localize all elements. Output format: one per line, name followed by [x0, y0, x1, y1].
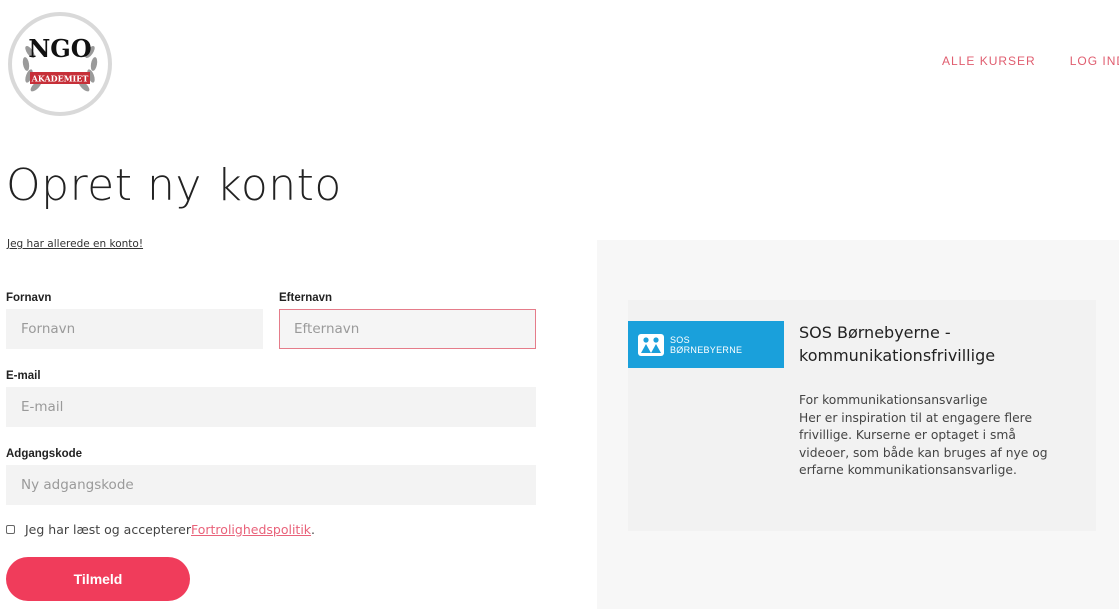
submit-button[interactable]: Tilmeld: [6, 557, 190, 601]
logo-letters: NGO: [28, 34, 91, 63]
email-input[interactable]: [6, 387, 536, 427]
nav-login[interactable]: LOG IND: [1070, 54, 1119, 68]
nav-all-courses[interactable]: ALLE KURSER: [942, 54, 1036, 68]
logo-banner: AKADEMIET: [31, 74, 89, 84]
privacy-policy-link[interactable]: Fortrolighedspolitik: [191, 522, 311, 537]
sos-logo-text-2: BØRNEBYERNE: [670, 344, 743, 355]
consent-checkbox[interactable]: [6, 525, 15, 534]
course-description: For kommunikationsansvarlige Her er insp…: [799, 393, 1048, 478]
main-nav: ALLE KURSER LOG IND: [942, 54, 1119, 68]
consent-suffix: .: [311, 522, 316, 537]
email-label: E-mail: [6, 370, 41, 382]
sos-logo-text-1: SOS: [670, 334, 690, 345]
first-name-input[interactable]: [6, 309, 263, 349]
first-name-label: Fornavn: [6, 292, 52, 304]
course-title[interactable]: SOS Børnebyerne - kommunikationsfrivilli…: [799, 321, 1079, 367]
consent-row: Jeg har læst og accepterer Fortroligheds…: [6, 522, 315, 537]
sos-logo[interactable]: SOS BØRNEBYERNE: [628, 321, 784, 368]
sos-children-icon: [638, 333, 664, 356]
password-input[interactable]: [6, 465, 536, 505]
existing-account-link[interactable]: Jeg har allerede en konto!: [7, 238, 143, 250]
page-title: Opret ny konto: [6, 160, 342, 211]
ngo-akademiet-logo[interactable]: NGO AKADEMIET: [8, 12, 112, 116]
consent-text: Jeg har læst og accepterer: [25, 522, 191, 537]
password-label: Adgangskode: [6, 448, 83, 460]
last-name-label: Efternavn: [279, 292, 333, 304]
last-name-input[interactable]: [279, 309, 536, 349]
